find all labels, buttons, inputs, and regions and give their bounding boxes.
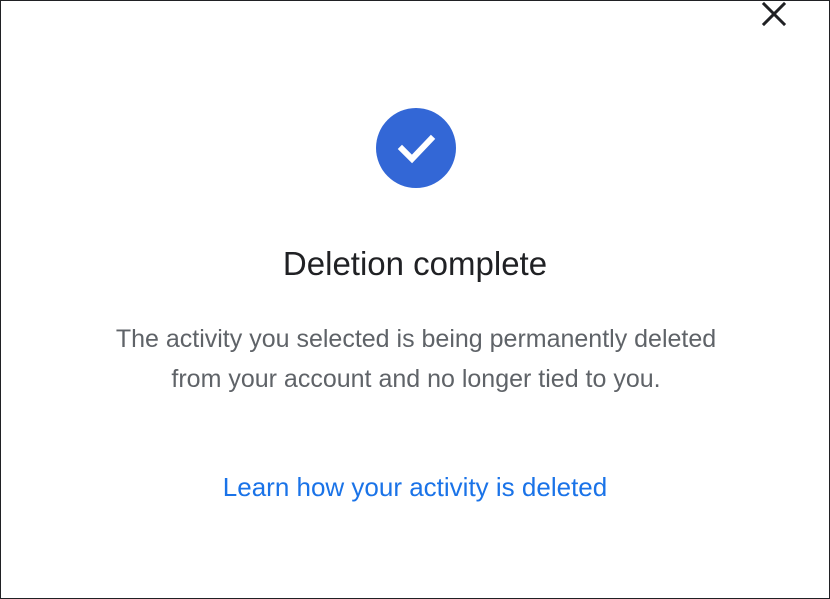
checkmark-icon bbox=[397, 134, 436, 164]
learn-more-link[interactable]: Learn how your activity is deleted bbox=[1, 467, 829, 507]
close-button[interactable] bbox=[755, 0, 793, 33]
dialog-message: The activity you selected is being perma… bbox=[115, 325, 717, 393]
checkmark-circle-icon bbox=[376, 108, 456, 188]
deletion-complete-dialog: Deletion complete The activity you selec… bbox=[0, 0, 830, 599]
close-icon bbox=[761, 1, 787, 27]
dialog-title: Deletion complete bbox=[282, 245, 548, 282]
